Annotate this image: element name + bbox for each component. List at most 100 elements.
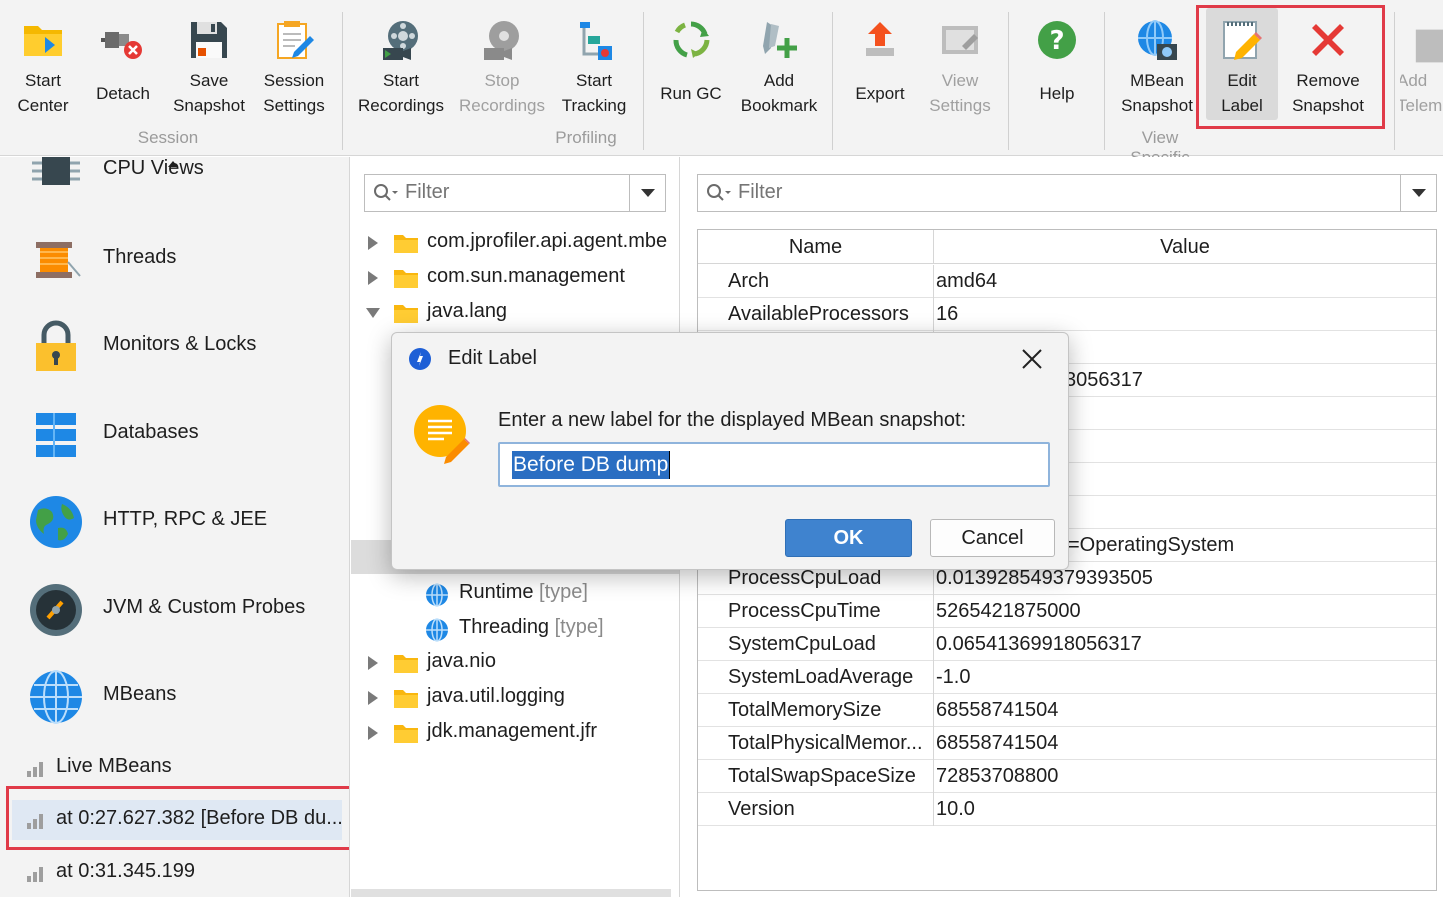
tree-node[interactable]: com.jprofiler.api.agent.mbe (351, 226, 679, 261)
expand-arrow-icon[interactable] (365, 725, 381, 741)
folder-icon (394, 690, 418, 708)
table-row[interactable]: TotalSwapSpaceSize 72853708800 (698, 760, 1436, 793)
table-row[interactable]: SystemLoadAverage -1.0 (698, 661, 1436, 694)
text-caret (669, 451, 670, 479)
tree-node[interactable]: java.nio (351, 646, 679, 681)
table-row[interactable]: Version 10.0 (698, 793, 1436, 826)
mbeans-globe-icon (30, 670, 82, 724)
add-bookmark-label: Add Bookmark (740, 71, 818, 115)
table-row[interactable]: SystemCpuLoad 0.06541369918056317 (698, 628, 1436, 661)
table-filter[interactable] (697, 174, 1437, 212)
table-row[interactable]: TotalPhysicalMemor... 68558741504 (698, 727, 1436, 760)
search-icon (374, 184, 398, 201)
toolbar-separator (1008, 12, 1009, 150)
svg-text:?: ? (1049, 26, 1064, 56)
nav-item-threads[interactable]: Threads (0, 220, 349, 300)
scroll-up-icon[interactable] (168, 161, 178, 167)
mbean-snapshot-label: MBean Snapshot (1121, 71, 1193, 115)
view-settings-button[interactable]: View Settings (922, 8, 998, 120)
column-header-value[interactable]: Value (934, 230, 1436, 264)
add-telemetry-button[interactable]: Add Telem (1400, 8, 1443, 120)
lock-icon (36, 320, 76, 371)
nav-item-databases[interactable]: Databases (0, 395, 349, 475)
export-button[interactable]: Export (846, 8, 914, 120)
nav-item-mbeans[interactable]: MBeans (0, 657, 349, 737)
search-icon (707, 184, 731, 201)
tree-filter-dropdown[interactable] (629, 175, 665, 211)
tree-node-label: jdk.management.jfr (427, 720, 598, 742)
session-group-title: Session (137, 128, 199, 147)
ok-button[interactable]: OK (785, 519, 912, 557)
tree-node[interactable]: Runtime [type] (351, 577, 679, 612)
help-label: Help (1039, 84, 1075, 103)
session-settings-icon (277, 21, 314, 59)
attr-value: -1.0 (936, 666, 971, 688)
cancel-button[interactable]: Cancel (930, 519, 1055, 557)
tree-node[interactable]: com.sun.management (351, 261, 679, 296)
table-row[interactable]: ProcessCpuTime 5265421875000 (698, 595, 1436, 628)
nav-item-http-rpc-jee[interactable]: HTTP, RPC & JEE (0, 482, 349, 562)
snapshot-item[interactable]: at 0:31.345.199 (0, 853, 349, 893)
chevron-down-icon (641, 189, 655, 197)
nav-label: CPU Views (103, 157, 204, 179)
chevron-down-icon (1412, 189, 1426, 197)
folder-icon (394, 655, 418, 673)
table-filter-dropdown[interactable] (1400, 175, 1436, 211)
nav-label: HTTP, RPC & JEE (103, 508, 268, 530)
nav-item-jvm-custom-probes[interactable]: JVM & Custom Probes (0, 570, 349, 650)
tree-filter-input[interactable] (405, 181, 605, 204)
tree-node[interactable]: jdk.management.jfr (351, 716, 679, 751)
horizontal-scrollbar[interactable] (351, 889, 671, 897)
tree-filter[interactable] (364, 174, 666, 212)
stop-recordings-button[interactable]: Stop Recordings (456, 8, 548, 120)
table-row[interactable]: TotalMemorySize 68558741504 (698, 694, 1436, 727)
folder-icon (394, 305, 418, 323)
attr-name: Arch (698, 265, 934, 298)
nav-item-monitors-locks[interactable]: Monitors & Locks (0, 307, 349, 387)
tree-node[interactable]: java.util.logging (351, 681, 679, 716)
start-recordings-icon (383, 21, 418, 60)
start-recordings-button[interactable]: Start Recordings (356, 8, 446, 120)
collapse-arrow-icon[interactable] (365, 305, 381, 321)
tree-node-type: [type] (554, 616, 604, 638)
close-icon[interactable] (1018, 345, 1046, 373)
start-tracking-button[interactable]: Start Tracking (556, 8, 632, 120)
tree-node-name: Threading (459, 616, 550, 638)
help-button[interactable]: ? Help (1022, 8, 1092, 120)
nav-label: Threads (103, 246, 177, 268)
edit-label-dialog: Edit Label Enter a new label for the dis… (391, 332, 1069, 570)
session-settings-button[interactable]: Session Settings (256, 8, 332, 120)
tree-node-expanded[interactable]: java.lang (351, 296, 679, 331)
expand-arrow-icon[interactable] (365, 235, 381, 251)
detach-button[interactable]: Detach (86, 8, 160, 120)
dialog-message: Enter a new label for the displayed MBea… (498, 409, 967, 431)
mbean-snapshot-button[interactable]: MBean Snapshot (1116, 8, 1198, 120)
table-row[interactable]: Arch amd64 (698, 265, 1436, 298)
mbean-globe-icon (426, 583, 448, 607)
view-settings-label: View Settings (929, 71, 991, 115)
label-input-value[interactable]: Before DB dump (512, 451, 670, 479)
profiling-group-title: Profiling (555, 128, 617, 147)
snapshot-item-live-mbeans[interactable]: Live MBeans (0, 748, 349, 788)
attr-value: 68558741504 (936, 732, 1059, 754)
expand-arrow-icon[interactable] (365, 690, 381, 706)
expand-arrow-icon[interactable] (365, 270, 381, 286)
tree-node[interactable]: Threading [type] (351, 612, 679, 647)
tree-node-name: Runtime (459, 581, 534, 603)
run-gc-button[interactable]: Run GC (656, 8, 726, 120)
dialog-title: Edit Label (448, 347, 537, 369)
expand-arrow-icon[interactable] (365, 655, 381, 671)
table-row[interactable]: AvailableProcessors 16 (698, 298, 1436, 331)
start-center-button[interactable]: Start Center (4, 8, 82, 120)
save-snapshot-button[interactable]: Save Snapshot (168, 8, 250, 120)
detach-icon (101, 32, 142, 59)
start-tracking-label: Start Tracking (561, 71, 627, 115)
attr-name: Version (698, 793, 934, 826)
table-filter-input[interactable] (738, 181, 938, 204)
label-input[interactable]: Before DB dump (498, 442, 1050, 487)
add-bookmark-button[interactable]: Add Bookmark (736, 8, 822, 120)
column-header-name[interactable]: Name (698, 230, 934, 264)
database-icon (36, 413, 76, 457)
attr-name: TotalMemorySize (698, 694, 934, 727)
snapshot-label: at 0:31.345.199 (56, 860, 196, 882)
